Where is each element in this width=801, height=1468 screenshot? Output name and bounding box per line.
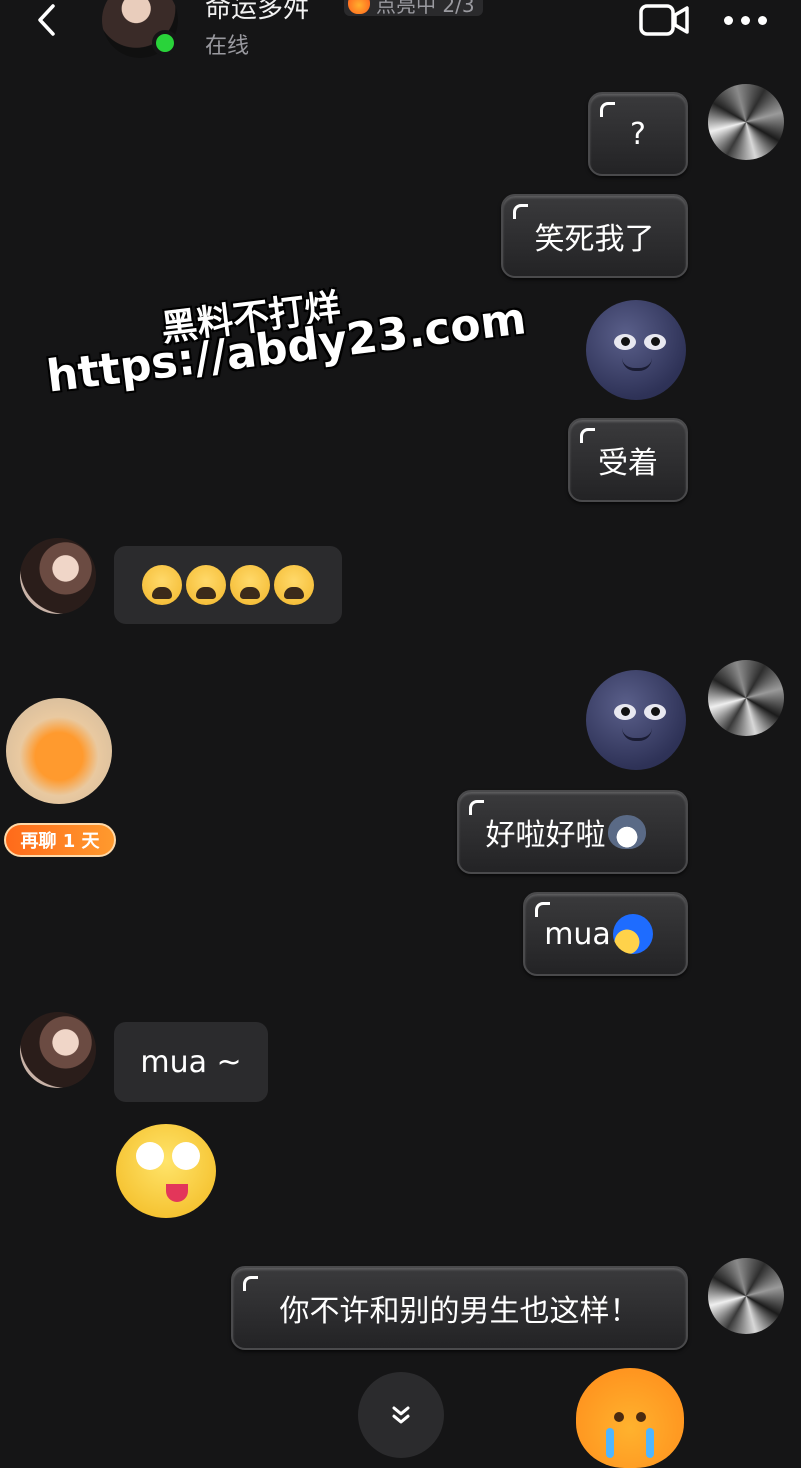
star-eyes-tongue-sticker[interactable]: [116, 1124, 216, 1218]
message-bubble-her[interactable]: [114, 546, 342, 624]
husky-face-icon: [607, 815, 646, 849]
my-avatar[interactable]: [708, 84, 784, 160]
video-call-button[interactable]: [638, 0, 690, 40]
message-bubble[interactable]: 笑死我了: [501, 194, 688, 278]
loudly-crying-icon: [186, 565, 226, 605]
more-dot-icon: [741, 15, 750, 25]
spark-badge-label: 点亮中 2/3: [376, 0, 475, 17]
double-chevron-down-icon: [392, 1406, 410, 1424]
moon-face-sticker[interactable]: [586, 300, 686, 400]
contact-name[interactable]: 命运多舛: [205, 0, 309, 25]
message-bubble[interactable]: mua: [523, 892, 688, 976]
message-bubble[interactable]: 好啦好啦: [457, 790, 688, 874]
spark-badge[interactable]: 点亮中 2/3: [344, 0, 483, 17]
my-avatar[interactable]: [708, 660, 784, 736]
loudly-crying-icon: [230, 565, 270, 605]
streak-widget[interactable]: [6, 698, 112, 804]
message-bubble[interactable]: 受着: [568, 418, 688, 502]
more-dot-icon: [758, 15, 767, 25]
moon-face-sticker[interactable]: [586, 670, 686, 770]
loudly-crying-icon: [274, 565, 314, 605]
message-text: 好啦好啦: [485, 818, 606, 853]
contact-avatar-small[interactable]: [20, 1012, 96, 1088]
fire-icon: [348, 0, 370, 14]
more-options-button[interactable]: [724, 8, 774, 32]
message-bubble-her[interactable]: mua ~: [114, 1022, 268, 1102]
loudly-crying-icon: [142, 565, 182, 605]
blue-hair-kiss-icon: [612, 914, 653, 954]
crying-drop-sticker[interactable]: [576, 1368, 684, 1468]
back-button[interactable]: [28, 2, 64, 38]
message-text: mua: [544, 916, 611, 952]
online-status: 在线: [205, 34, 250, 59]
video-camera-icon: [639, 4, 689, 36]
scroll-to-bottom-button[interactable]: [358, 1372, 444, 1458]
my-avatar[interactable]: [708, 1258, 784, 1334]
message-bubble[interactable]: ?: [588, 92, 688, 176]
more-dot-icon: [724, 15, 733, 25]
chevron-left-icon: [38, 4, 55, 36]
online-indicator: [152, 30, 178, 56]
contact-avatar-small[interactable]: [20, 538, 96, 614]
streak-badge[interactable]: 再聊 1 天: [4, 823, 116, 857]
message-bubble[interactable]: 你不许和别的男生也这样！: [231, 1266, 688, 1350]
